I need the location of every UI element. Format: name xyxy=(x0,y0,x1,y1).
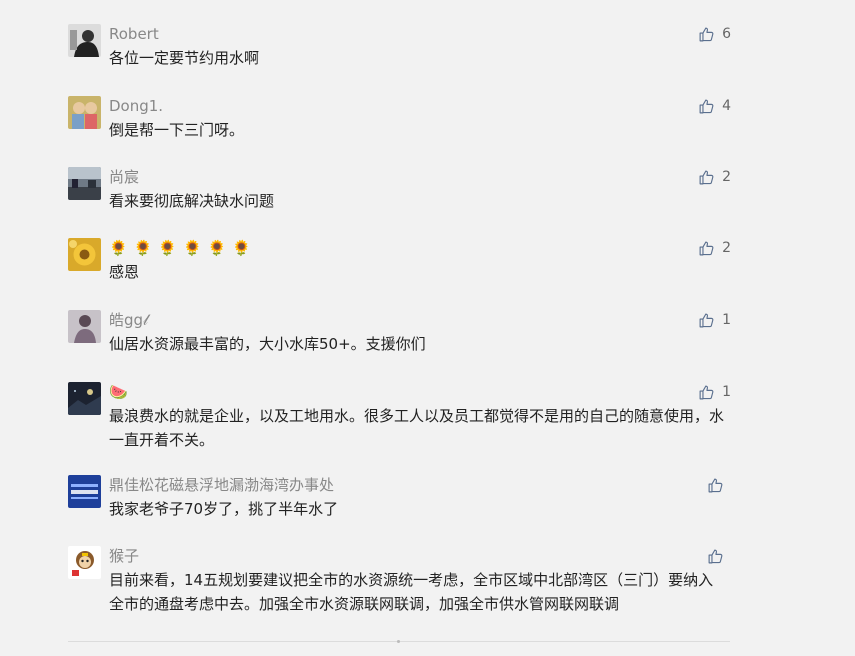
comment-item: Robert 各位一定要节约用水啊 6 xyxy=(68,24,734,72)
avatar[interactable] xyxy=(68,310,101,343)
comment-content: 看来要彻底解决缺水问题 xyxy=(109,192,275,210)
like-count: 2 xyxy=(722,169,731,185)
thumbs-up-icon xyxy=(707,477,724,494)
comment-item: Dong1. 倒是帮一下三门呀。 4 xyxy=(68,96,734,144)
thumbs-up-icon xyxy=(698,384,715,401)
avatar[interactable] xyxy=(68,382,101,415)
comment-nickname[interactable]: 猴子 xyxy=(109,546,139,566)
comment-item: 鼎佳松花磁悬浮地漏渤海湾办事处 我家老爷子70岁了，挑了半年水了 xyxy=(68,475,734,523)
avatar[interactable] xyxy=(68,546,101,579)
like-button[interactable] xyxy=(707,546,731,566)
comment-nickname[interactable]: Robert xyxy=(109,24,159,44)
like-button[interactable]: 2 xyxy=(698,167,731,187)
thumbs-up-icon xyxy=(698,312,715,329)
comment-list: Robert 各位一定要节约用水啊 6 Dong1. 倒是帮一下三门呀。 4 尚… xyxy=(0,0,855,656)
comment-content: 各位一定要节约用水啊 xyxy=(109,49,260,67)
comment-nickname[interactable]: 🍉 xyxy=(109,382,128,402)
comment-nickname[interactable]: Dong1. xyxy=(109,96,163,116)
like-button[interactable]: 6 xyxy=(698,24,731,44)
comment-nickname[interactable]: 皓gg𝓁 xyxy=(109,310,148,330)
like-button[interactable]: 1 xyxy=(698,310,731,330)
like-count: 1 xyxy=(722,384,731,400)
divider-dot xyxy=(397,640,400,643)
avatar[interactable] xyxy=(68,238,101,271)
thumbs-up-icon xyxy=(698,98,715,115)
avatar[interactable] xyxy=(68,96,101,129)
comment-content: 倒是帮一下三门呀。 xyxy=(109,121,245,139)
like-count: 6 xyxy=(722,26,731,42)
comment-content: 目前来看，14五规划要建议把全市的水资源统一考虑，全市区域中北部湾区（三门）要纳… xyxy=(109,571,714,613)
comment-nickname[interactable]: 鼎佳松花磁悬浮地漏渤海湾办事处 xyxy=(109,475,334,495)
comment-content: 最浪费水的就是企业，以及工地用水。很多工人以及员工都觉得不是用的自己的随意使用，… xyxy=(109,407,725,449)
like-button[interactable]: 2 xyxy=(698,238,731,258)
like-button[interactable]: 1 xyxy=(698,382,731,402)
comment-item: 🍉 最浪费水的就是企业，以及工地用水。很多工人以及员工都觉得不是用的自己的随意使… xyxy=(68,382,734,452)
comment-content: 我家老爷子70岁了，挑了半年水了 xyxy=(109,500,339,518)
comment-nickname[interactable]: 🌻🌻🌻🌻🌻🌻 xyxy=(109,238,257,258)
thumbs-up-icon xyxy=(698,26,715,43)
comment-content: 仙居水资源最丰富的，大小水库50+。支援你们 xyxy=(109,335,426,353)
comment-item: 尚宸 看来要彻底解决缺水问题 2 xyxy=(68,167,734,215)
like-count: 1 xyxy=(722,312,731,328)
thumbs-up-icon xyxy=(698,240,715,257)
comment-item: 猴子 目前来看，14五规划要建议把全市的水资源统一考虑，全市区域中北部湾区（三门… xyxy=(68,546,734,616)
comment-content: 感恩 xyxy=(109,263,140,281)
comment-nickname[interactable]: 尚宸 xyxy=(109,167,139,187)
avatar[interactable] xyxy=(68,24,101,57)
thumbs-up-icon xyxy=(698,169,715,186)
comment-item: 皓gg𝓁 仙居水资源最丰富的，大小水库50+。支援你们 1 xyxy=(68,310,734,358)
avatar[interactable] xyxy=(68,167,101,200)
avatar[interactable] xyxy=(68,475,101,508)
like-count: 2 xyxy=(722,240,731,256)
comment-item: 🌻🌻🌻🌻🌻🌻 感恩 2 xyxy=(68,238,734,286)
thumbs-up-icon xyxy=(707,548,724,565)
like-count: 4 xyxy=(722,98,731,114)
like-button[interactable]: 4 xyxy=(698,96,731,116)
like-button[interactable] xyxy=(707,475,731,495)
